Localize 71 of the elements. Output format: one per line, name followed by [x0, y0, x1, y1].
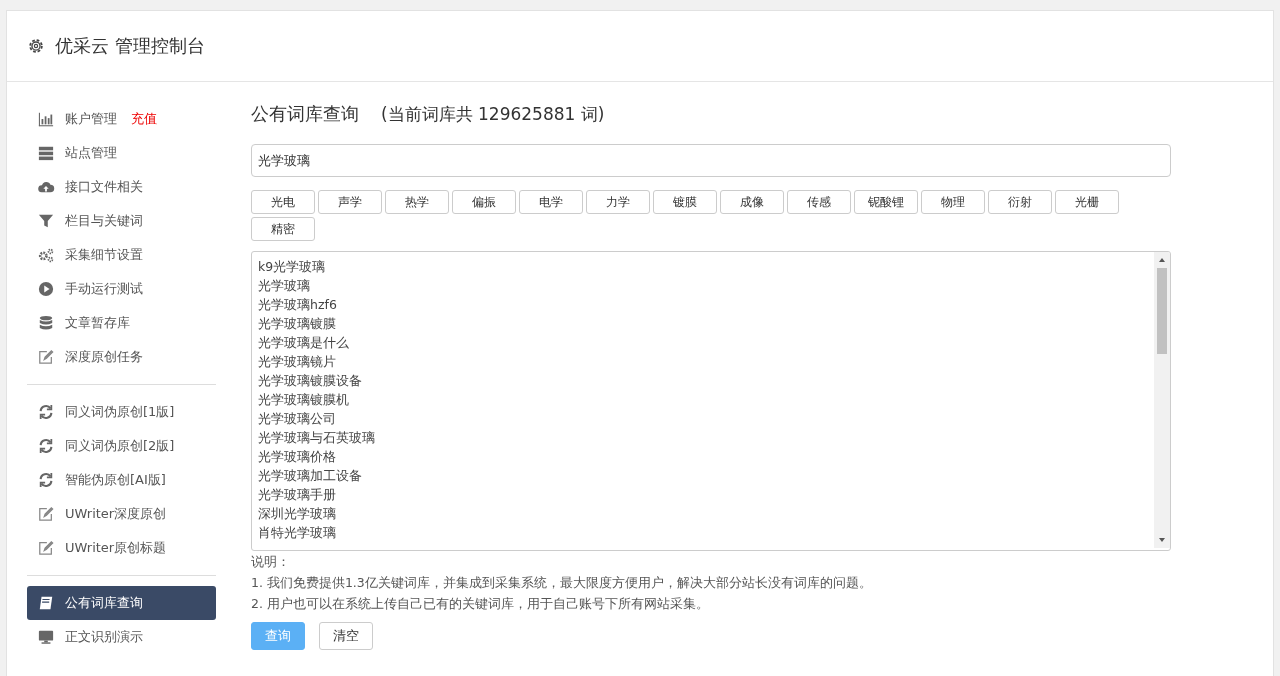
chart-icon [37, 111, 55, 127]
sidebar-item[interactable]: 手动运行测试 [27, 272, 216, 306]
result-row-text: 光学玻璃镀膜机 [258, 391, 350, 409]
result-row-text: 肖特光学玻璃 [258, 524, 337, 542]
result-row-text: 深圳光学玻璃 [258, 505, 337, 523]
sidebar-item[interactable]: 深度原创任务 [27, 340, 216, 374]
note-text: 2. 用户也可以在系统上传自己已有的关键词库，用于自己账号下所有网站采集。 [251, 595, 710, 613]
sidebar-item[interactable]: 正文识别演示 [27, 620, 216, 654]
sidebar-item[interactable]: 站点管理 [27, 136, 216, 170]
refresh-icon [37, 404, 55, 420]
db-icon [37, 315, 55, 331]
word-count: (当前词库共 129625881 词) [381, 103, 605, 126]
edit-icon [37, 540, 55, 556]
filter-icon [37, 213, 55, 229]
sidebar-item[interactable]: 智能伪原创[AI版] [27, 463, 216, 497]
play-icon [37, 281, 55, 297]
tag-button[interactable]: 光电 [251, 190, 315, 214]
book-icon [37, 595, 55, 611]
sidebar-item[interactable]: UWriter原创标题 [27, 531, 216, 565]
search-field[interactable]: 光学玻璃 [251, 144, 1171, 177]
result-row-text: 光学玻璃手册 [258, 486, 337, 504]
result-row-text: 光学玻璃与石英玻璃 [258, 429, 376, 447]
gears-icon [37, 247, 55, 263]
refresh-icon [37, 472, 55, 488]
edit-icon [37, 349, 55, 365]
sidebar-item[interactable]: 接口文件相关 [27, 170, 216, 204]
page-title: 公有词库查询 [251, 102, 359, 126]
tag-button[interactable]: 成像 [720, 190, 784, 214]
cloud-icon [37, 179, 55, 195]
result-row-text: 光学玻璃公司 [258, 410, 337, 428]
sidebar-item[interactable]: UWriter深度原创 [27, 497, 216, 531]
sidebar-item[interactable]: 账户管理 充值 [27, 102, 216, 136]
tag-button[interactable]: 热学 [385, 190, 449, 214]
result-row-text: 光学玻璃加工设备 [258, 467, 363, 485]
tag-button[interactable]: 力学 [586, 190, 650, 214]
notes-title: 说明： [251, 553, 291, 571]
scrollbar[interactable] [1154, 252, 1170, 548]
result-row-text: 光学玻璃镀膜设备 [258, 372, 363, 390]
tag-button[interactable]: 物理 [921, 190, 985, 214]
results-list[interactable]: k9光学玻璃 光学玻璃 光学玻璃hzf6 光学玻璃镀膜 光学玻璃是什么 光学玻璃镜片 光学玻璃镀膜设备 光学玻璃镀膜机 光学玻璃公司 光学玻璃与石英玻璃 光学玻璃价格 光学玻璃加工设备 光学玻璃手册 深圳光学玻璃 肖特光学玻璃 [251, 251, 1171, 551]
tag-button[interactable]: 声学 [318, 190, 382, 214]
tag-button[interactable]: 偏振 [452, 190, 516, 214]
sidebar-item[interactable]: 栏目与关键词 [27, 204, 216, 238]
settings-icon [27, 37, 45, 55]
result-row-text: 光学玻璃 [258, 277, 311, 295]
tag-button[interactable]: 衍射 [988, 190, 1052, 214]
clear-button[interactable]: 清空 [319, 622, 373, 650]
refresh-icon [37, 438, 55, 454]
result-row-text: k9光学玻璃 [258, 258, 327, 276]
sidebar-item[interactable]: 文章暂存库 [27, 306, 216, 340]
tag-button[interactable]: 传感 [787, 190, 851, 214]
result-row-text: 光学玻璃镀膜 [258, 315, 337, 333]
recharge-link[interactable]: 充值 [131, 110, 157, 128]
note-text: 1. 我们免费提供1.3亿关键词库，并集成到采集系统，最大限度方便用户，解决大部分站长没有词库的问题。 [251, 574, 873, 592]
tag-button[interactable]: 镀膜 [653, 190, 717, 214]
tag-button[interactable]: 精密 [251, 217, 315, 241]
monitor-icon [37, 629, 55, 645]
sidebar-item[interactable]: 公有词库查询 [27, 586, 216, 620]
sidebar-item[interactable]: 采集细节设置 [27, 238, 216, 272]
tag-button[interactable]: 铌酸锂 [854, 190, 918, 214]
result-row-text: 光学玻璃是什么 [258, 334, 350, 352]
tag-button[interactable]: 电学 [519, 190, 583, 214]
console-title: 优采云 管理控制台 [55, 34, 205, 58]
result-row-text: 光学玻璃价格 [258, 448, 337, 466]
sidebar-item[interactable]: 同义词伪原创[1版] [27, 395, 216, 429]
edit-icon [37, 506, 55, 522]
tag-button[interactable]: 光栅 [1055, 190, 1119, 214]
sidebar-item[interactable]: 同义词伪原创[2版] [27, 429, 216, 463]
result-row-text: 光学玻璃镜片 [258, 353, 337, 371]
server-icon [37, 145, 55, 161]
result-row-text: 光学玻璃hzf6 [258, 296, 338, 314]
